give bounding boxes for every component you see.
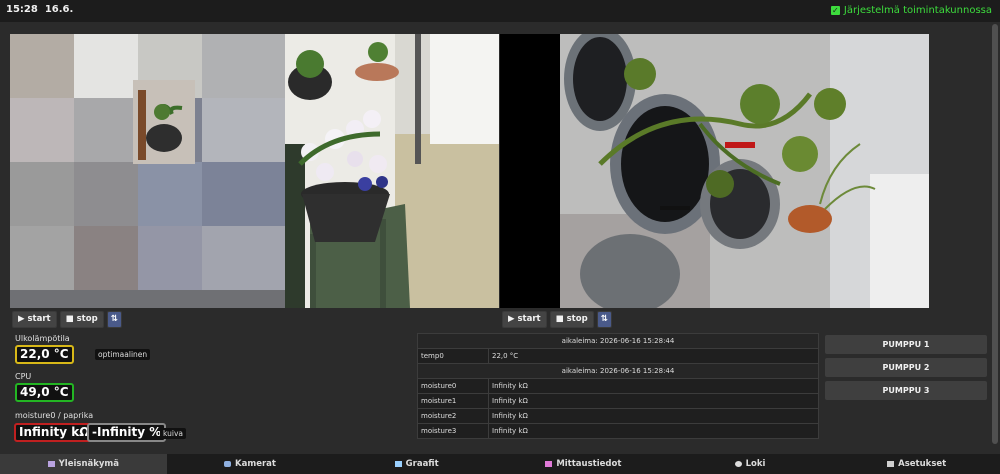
tab-measurements[interactable]: Mittaustiedot (500, 454, 667, 474)
sensor-name-cell: moisture3 (417, 423, 489, 439)
outdoor-temp-tag: optimaalinen (95, 349, 151, 360)
table-timestamp-row: aikaleima: 2026-06-16 15:28:44 (417, 363, 819, 379)
moisture0-tag: kuiva (160, 428, 186, 439)
camera-1-start-label: start (27, 314, 51, 324)
check-icon: ✓ (830, 6, 840, 15)
tab-cameras-label: Kamerat (235, 459, 276, 469)
timestamp-cell: aikaleima: 2026-06-16 15:28:44 (417, 363, 819, 379)
tab-charts-label: Graafit (405, 459, 439, 469)
top-bar: 15:28 16.6. ✓ Järjestelmä toimintakunnos… (0, 0, 1000, 22)
sensor-value-cell: Infinity kΩ (488, 378, 819, 394)
cpu-temp-value: 49,0 °C (15, 383, 74, 402)
sensor-value-cell: Infinity kΩ (488, 423, 819, 439)
camera-2-view (500, 34, 929, 308)
camera-1-start-button[interactable]: ▶ start (12, 311, 57, 328)
pump-2-button[interactable]: PUMPPU 2 (825, 358, 987, 377)
camera-1-controls: ▶ start ■ stop ⇅ (12, 311, 122, 328)
log-icon (734, 461, 742, 467)
moisture0-label: moisture0 / paprika (15, 411, 94, 420)
pump-1-button[interactable]: PUMPPU 1 (825, 335, 987, 354)
measurement-table: aikaleima: 2026-06-16 15:28:44 temp0 22,0 … (417, 333, 819, 439)
tab-overview[interactable]: Yleisnäkymä (0, 454, 167, 474)
camera-2-start-label: start (517, 314, 541, 324)
bottom-nav: Yleisnäkymä Kamerat Graafit Mittaustiedo… (0, 454, 1000, 474)
camera-icon (224, 461, 232, 467)
cpu-temp-label: CPU (15, 372, 32, 381)
table-row: temp0 22,0 °C (417, 348, 819, 364)
tab-charts[interactable]: Graafit (333, 454, 500, 474)
chart-icon (394, 461, 402, 467)
camera-2-image (500, 34, 929, 308)
camera-1-view (10, 34, 499, 308)
outdoor-temp-label: Ulkolämpötila (15, 334, 70, 343)
refresh-icon: ⇅ (600, 314, 608, 324)
tab-log-label: Loki (745, 459, 766, 469)
clock: 15:28 16.6. (6, 4, 73, 15)
pump-3-button[interactable]: PUMPPU 3 (825, 381, 987, 400)
table-row: moisture0 Infinity kΩ (417, 378, 819, 394)
sensor-value-cell: 22,0 °C (488, 348, 819, 364)
sensor-name-cell: moisture0 (417, 378, 489, 394)
camera-2-stop-label: stop (566, 314, 588, 324)
monitor-icon (47, 461, 55, 467)
sensor-name-cell: moisture1 (417, 393, 489, 409)
sensor-name-cell: temp0 (417, 348, 489, 364)
tab-log[interactable]: Loki (667, 454, 834, 474)
sensor-value-cell: Infinity kΩ (488, 393, 819, 409)
table-row: moisture1 Infinity kΩ (417, 393, 819, 409)
camera-2-start-button[interactable]: ▶ start (502, 311, 547, 328)
system-status: ✓ Järjestelmä toimintakunnossa (830, 5, 992, 16)
camera-2-stop-button[interactable]: ■ stop (549, 311, 594, 328)
camera-1-refresh-button[interactable]: ⇅ (106, 311, 122, 328)
moisture0-resistance: Infinity kΩ (14, 423, 95, 442)
camera-1-image (10, 34, 499, 308)
tab-cameras[interactable]: Kamerat (167, 454, 334, 474)
table-row: moisture3 Infinity kΩ (417, 423, 819, 439)
tab-settings[interactable]: Asetukset (833, 454, 1000, 474)
sensor-name-cell: moisture2 (417, 408, 489, 424)
scrollbar[interactable] (992, 24, 998, 444)
refresh-icon: ⇅ (110, 314, 118, 324)
tab-measurements-label: Mittaustiedot (556, 459, 622, 469)
settings-icon (887, 461, 895, 467)
table-row: moisture2 Infinity kΩ (417, 408, 819, 424)
camera-2-refresh-button[interactable]: ⇅ (596, 311, 612, 328)
camera-1-stop-label: stop (76, 314, 98, 324)
time: 15:28 (6, 4, 38, 15)
table-timestamp-row: aikaleima: 2026-06-16 15:28:44 (417, 333, 819, 349)
tab-overview-label: Yleisnäkymä (58, 459, 120, 469)
status-text: Järjestelmä toimintakunnossa (843, 5, 992, 16)
outdoor-temp-value: 22,0 °C (15, 345, 74, 364)
measure-icon (545, 461, 553, 467)
date: 16.6. (44, 4, 74, 15)
camera-2-controls: ▶ start ■ stop ⇅ (502, 311, 612, 328)
moisture0-percent: -Infinity % (87, 423, 167, 442)
timestamp-cell: aikaleima: 2026-06-16 15:28:44 (417, 333, 819, 349)
tab-settings-label: Asetukset (898, 459, 947, 469)
sensor-value-cell: Infinity kΩ (488, 408, 819, 424)
camera-1-stop-button[interactable]: ■ stop (59, 311, 104, 328)
